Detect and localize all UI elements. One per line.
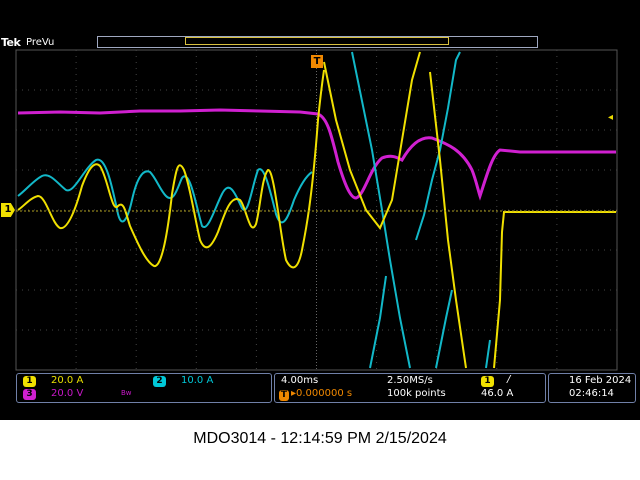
ch3-scale: 20.0 V	[51, 388, 84, 399]
ch2-scale: 10.0 A	[181, 375, 214, 386]
trigger-slope-icon: /	[507, 374, 511, 385]
trigger-time-marker[interactable]: T	[311, 55, 323, 68]
ch1-scale: 20.0 A	[51, 375, 84, 386]
datetime-panel[interactable]: 16 Feb 2024 02:46:14	[548, 373, 636, 403]
trigger-source-badge: 1	[481, 376, 494, 387]
ch1-badge: 1	[23, 376, 36, 387]
delay-value: ▸0.000000 s	[291, 388, 353, 399]
trigger-level: 46.0 A	[481, 388, 514, 399]
oscilloscope-screen: Tek PreVu ◂ 1 T 1 20.0 A 2 10.0 A 3 20.0…	[0, 0, 640, 420]
record-length: 100k points	[387, 388, 446, 399]
sample-rate: 2.50MS/s	[387, 375, 433, 386]
time-display: 02:46:14	[569, 388, 614, 399]
ch2-badge: 2	[153, 376, 166, 387]
trigger-level-indicator[interactable]: ◂	[608, 112, 613, 123]
screenshot-caption: MDO3014 - 12:14:59 PM 2/15/2024	[193, 430, 447, 447]
ch3-bandwidth-icon: Bw	[121, 389, 132, 397]
graticule-grid	[16, 50, 617, 370]
ch3-badge: 3	[23, 389, 36, 400]
timebase-readout-panel[interactable]: 4.00ms 2.50MS/s T ▸0.000000 s 100k point…	[274, 373, 546, 403]
delay-t-icon: T	[279, 390, 289, 401]
time-per-div: 4.00ms	[281, 375, 319, 386]
date-display: 16 Feb 2024	[569, 375, 632, 386]
channel-readout-panel[interactable]: 1 20.0 A 2 10.0 A 3 20.0 V Bw	[16, 373, 272, 403]
